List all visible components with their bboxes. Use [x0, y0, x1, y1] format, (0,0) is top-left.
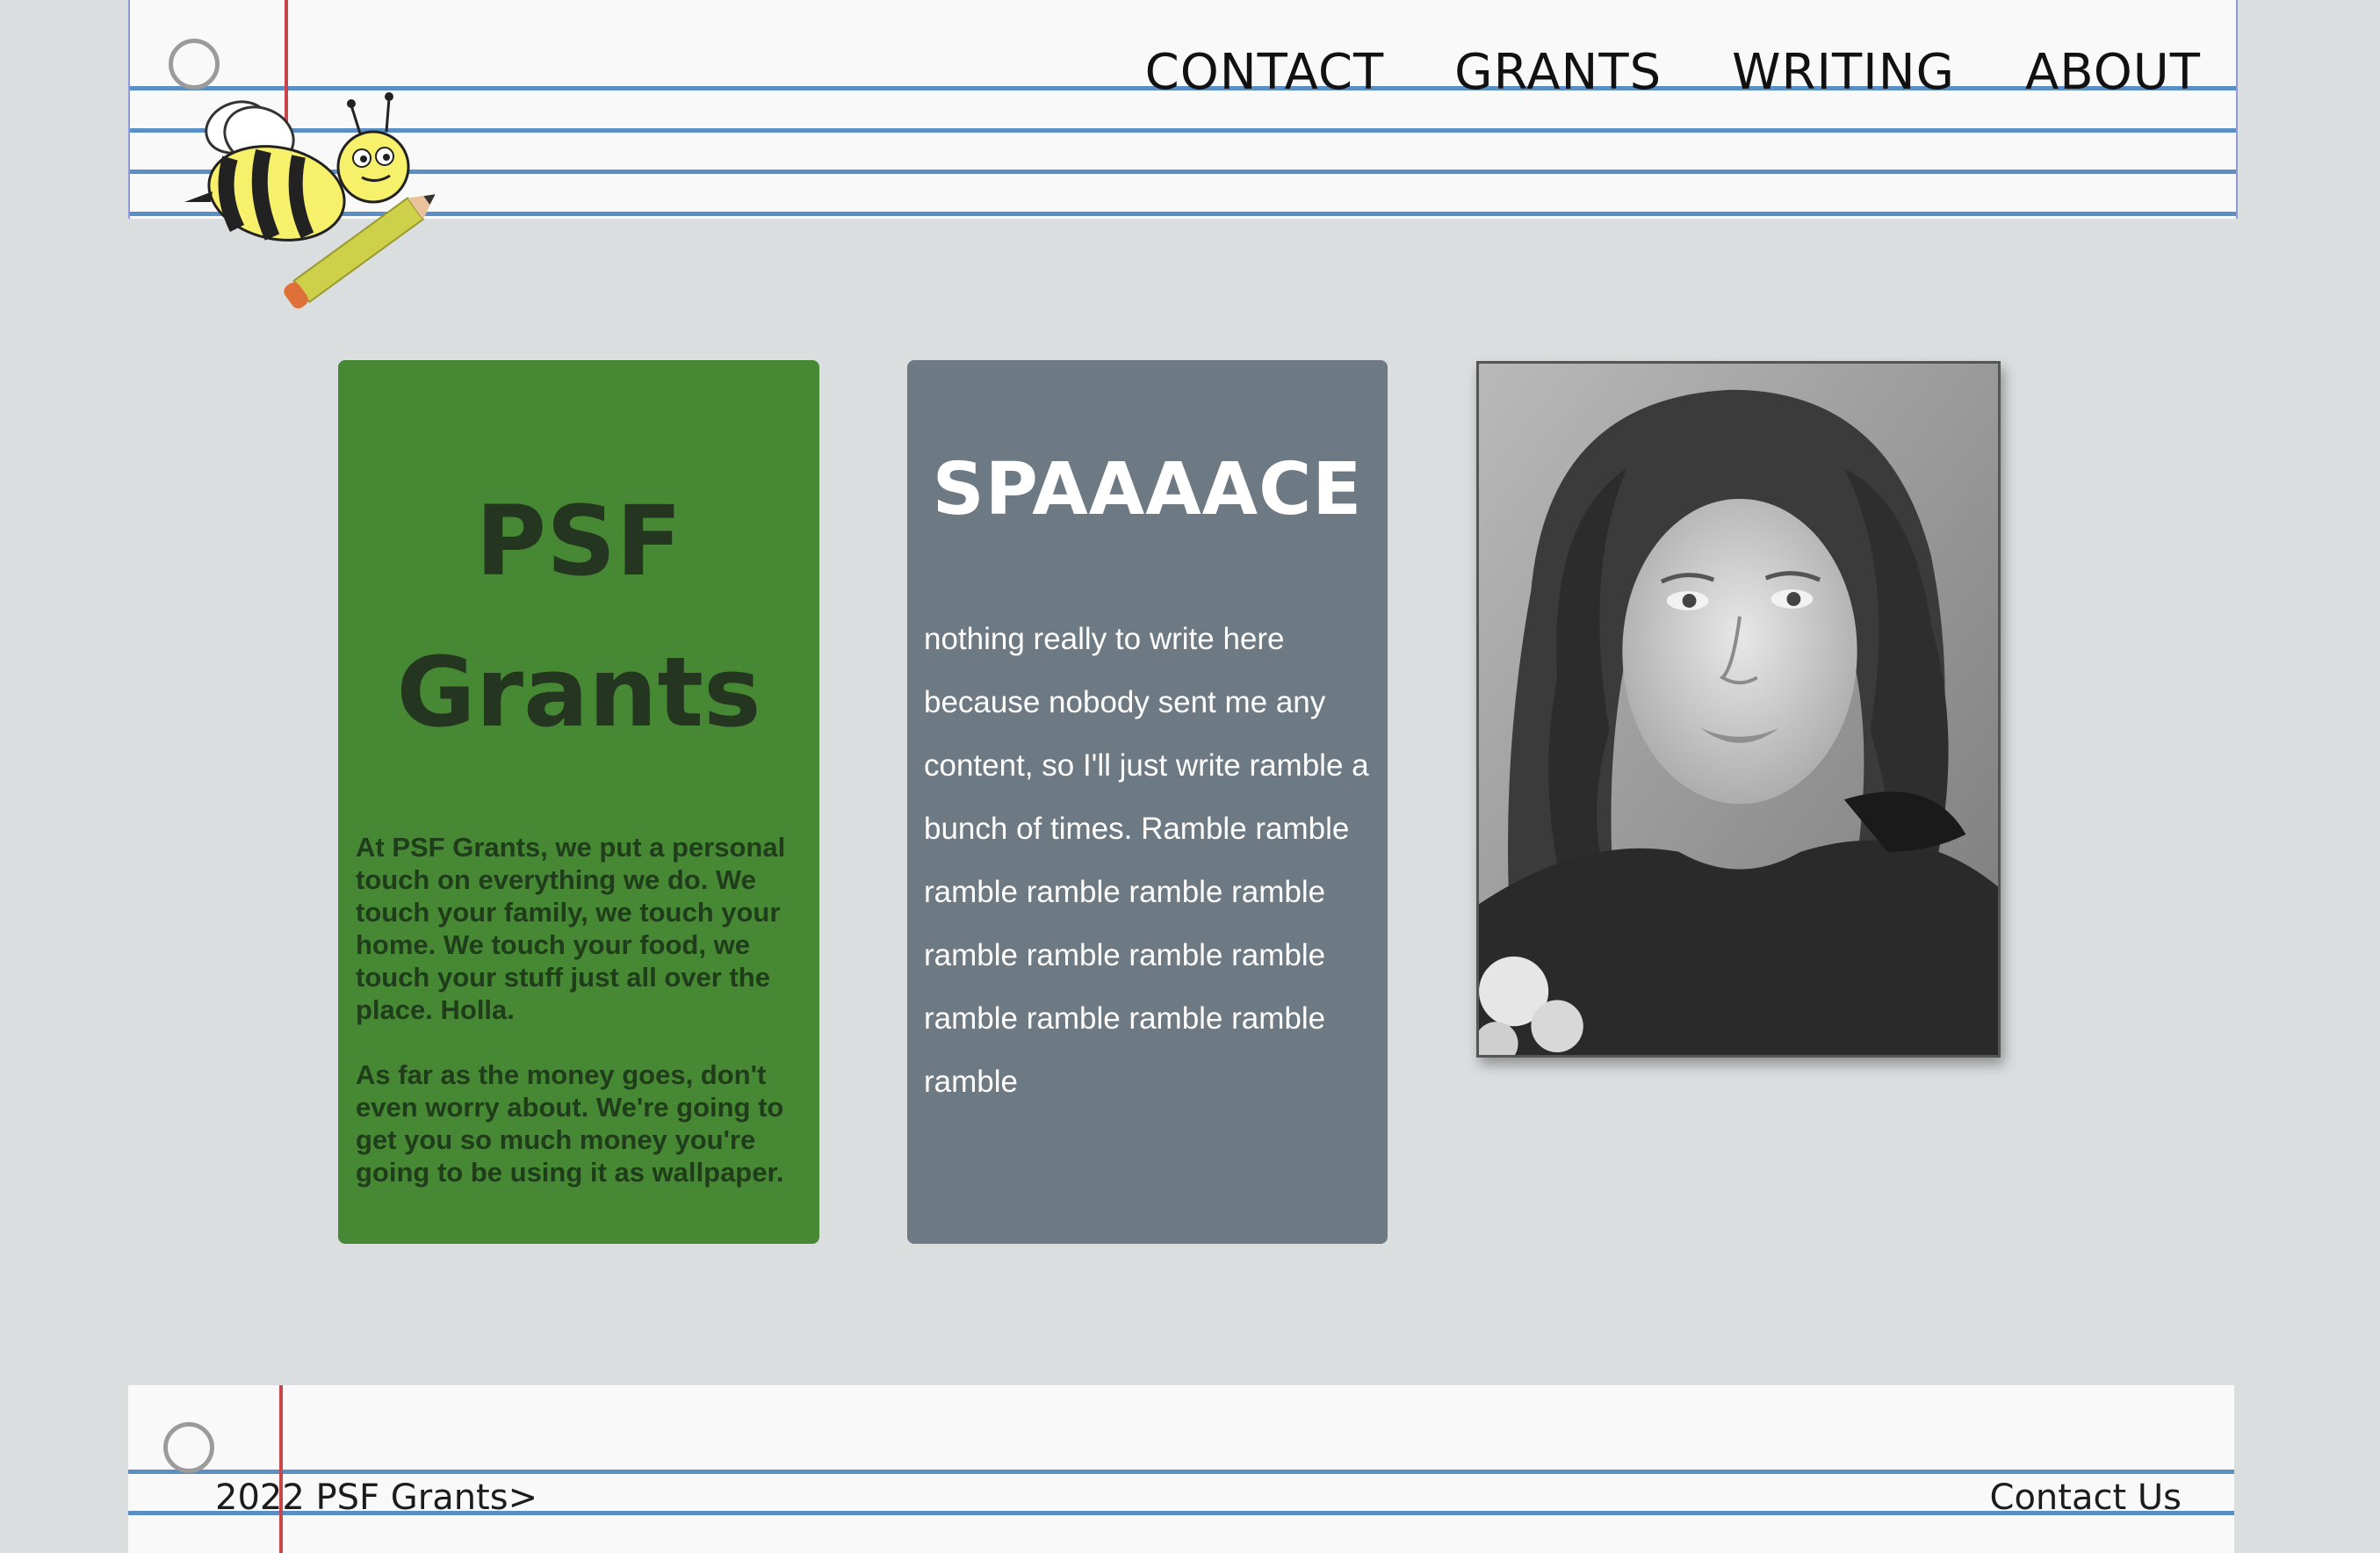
nav-grants[interactable]: GRANTS	[1454, 44, 1662, 101]
space-body: nothing really to write here because nob…	[924, 622, 1369, 1099]
portrait-photo-icon	[1479, 364, 1998, 1055]
footer	[128, 1385, 2234, 1553]
binder-hole	[169, 39, 220, 90]
binder-hole	[163, 1422, 214, 1473]
paper-rule	[128, 1470, 2234, 1474]
bee-logo-icon[interactable]	[176, 88, 448, 316]
psf-grants-card: PSF Grants At PSF Grants, we put a perso…	[338, 360, 819, 1244]
space-title: SPAAAACE	[932, 448, 1363, 531]
psf-grants-title: PSF Grants	[338, 466, 819, 768]
paragraph: As far as the money goes, don't even wor…	[356, 1059, 784, 1188]
nav-contact[interactable]: CONTACT	[1145, 44, 1385, 101]
footer-copyright: 2022 PSF Grants>	[215, 1477, 538, 1518]
paragraph: At PSF Grants, we put a personal touch o…	[356, 832, 786, 1025]
space-card: SPAAAACE nothing really to write here be…	[907, 360, 1388, 1244]
title-line-1: PSF	[475, 485, 682, 597]
nav-about[interactable]: ABOUT	[2025, 44, 2201, 101]
nav-writing[interactable]: WRITING	[1732, 44, 1955, 101]
psf-grants-body: At PSF Grants, we put a personal touch o…	[356, 831, 802, 1221]
footer-contact-link[interactable]: Contact Us	[1990, 1477, 2182, 1518]
main-nav: CONTACT GRANTS WRITING ABOUT	[1145, 44, 2201, 101]
title-line-2: Grants	[396, 636, 761, 748]
portrait-photo	[1476, 361, 2001, 1058]
paper-margin-line	[279, 1385, 283, 1553]
